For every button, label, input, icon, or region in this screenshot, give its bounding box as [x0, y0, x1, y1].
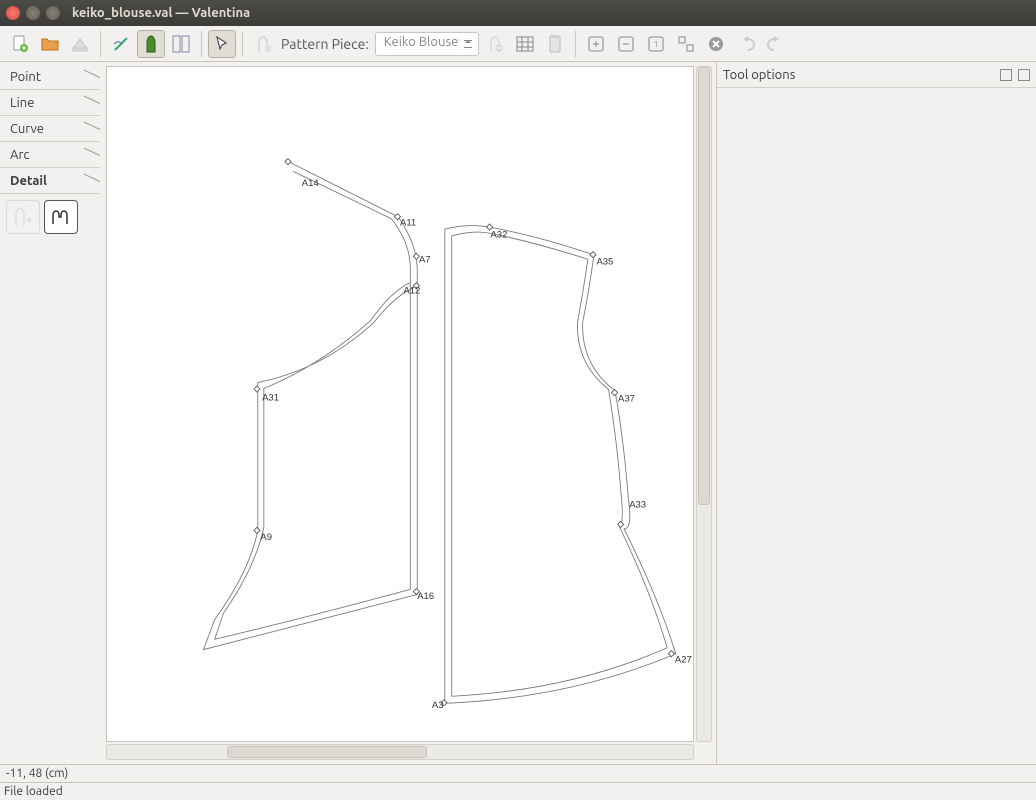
pattern-piece-combo[interactable]: Keiko Blouse: [375, 32, 479, 56]
svg-text:A32: A32: [490, 230, 507, 241]
save-file-button[interactable]: [66, 30, 94, 58]
pointer-tool-button[interactable]: [208, 30, 236, 58]
tab-detail[interactable]: Detail: [0, 168, 100, 194]
tab-point[interactable]: Point: [0, 64, 100, 90]
zoom-in-button[interactable]: [582, 30, 610, 58]
titlebar: keiko_blouse.val — Valentina: [0, 0, 1036, 26]
history-button[interactable]: [541, 30, 569, 58]
mouse-coords: -11, 48 (cm): [6, 767, 68, 780]
window-maximize-icon[interactable]: [46, 6, 60, 20]
tool-options-title: Tool options: [723, 68, 795, 82]
tab-line[interactable]: Line: [0, 90, 100, 116]
content-area: Point Line Curve Arc Detail A14 A11: [0, 62, 1036, 764]
horizontal-scrollbar[interactable]: [106, 744, 694, 760]
svg-text:A33: A33: [629, 499, 646, 510]
canvas-area: A14 A11 A32 A7 A35 A12 A31 A37 A33 A9 A1…: [100, 62, 716, 764]
toolbar-separator: [201, 31, 202, 57]
draw-mode-button[interactable]: [137, 30, 165, 58]
zoom-fit-button[interactable]: [672, 30, 700, 58]
detail-tool-palette: [0, 194, 100, 240]
main-toolbar: Pattern Piece: Keiko Blouse 1: [0, 26, 1036, 62]
message-statusbar: File loaded: [0, 782, 1036, 800]
svg-text:A11: A11: [400, 218, 416, 229]
vertical-scrollbar[interactable]: [696, 66, 712, 742]
pattern-points: A14 A11 A32 A7 A35 A12 A31 A37 A33 A9 A1…: [254, 159, 692, 712]
svg-text:A14: A14: [302, 178, 319, 189]
tab-arc[interactable]: Arc: [0, 142, 100, 168]
svg-text:A3: A3: [432, 700, 444, 711]
tab-curve[interactable]: Curve: [0, 116, 100, 142]
svg-text:A7: A7: [419, 255, 431, 266]
new-pattern-piece-button[interactable]: [249, 30, 277, 58]
svg-text:A35: A35: [596, 256, 613, 267]
status-message: File loaded: [4, 785, 63, 798]
new-file-button[interactable]: [6, 30, 34, 58]
config-pattern-button[interactable]: [481, 30, 509, 58]
zoom-out-button[interactable]: [612, 30, 640, 58]
toolbar-separator: [100, 31, 101, 57]
svg-text:A16: A16: [417, 591, 434, 602]
svg-text:A27: A27: [675, 655, 692, 666]
svg-text:A9: A9: [260, 532, 272, 543]
tool-options-panel: Tool options: [716, 62, 1036, 764]
svg-text:A12: A12: [403, 286, 420, 297]
tool-sidebar: Point Line Curve Arc Detail: [0, 62, 100, 764]
svg-text:1: 1: [654, 40, 659, 49]
panel-close-icon[interactable]: [1018, 69, 1030, 81]
open-file-button[interactable]: [36, 30, 64, 58]
pattern-piece-label: Pattern Piece:: [281, 36, 369, 52]
svg-text:A31: A31: [262, 393, 279, 404]
toolbar-separator: [242, 31, 243, 57]
window-title: keiko_blouse.val — Valentina: [72, 6, 250, 20]
redo-button[interactable]: [762, 30, 790, 58]
detail-tool-union[interactable]: [44, 200, 78, 234]
measure-button[interactable]: [107, 30, 135, 58]
undo-button[interactable]: [732, 30, 760, 58]
detail-tool-add[interactable]: [6, 200, 40, 234]
zoom-original-button[interactable]: 1: [642, 30, 670, 58]
drawing-canvas[interactable]: A14 A11 A32 A7 A35 A12 A31 A37 A33 A9 A1…: [106, 66, 694, 742]
pattern-svg: A14 A11 A32 A7 A35 A12 A31 A37 A33 A9 A1…: [107, 67, 693, 741]
table-button[interactable]: [511, 30, 539, 58]
svg-text:A37: A37: [618, 393, 635, 404]
window-close-icon[interactable]: [6, 6, 20, 20]
panel-float-icon[interactable]: [1000, 69, 1012, 81]
layout-mode-button[interactable]: [167, 30, 195, 58]
window-minimize-icon[interactable]: [26, 6, 40, 20]
toolbar-separator: [575, 31, 576, 57]
stop-button[interactable]: [702, 30, 730, 58]
coord-statusbar: -11, 48 (cm): [0, 764, 1036, 782]
